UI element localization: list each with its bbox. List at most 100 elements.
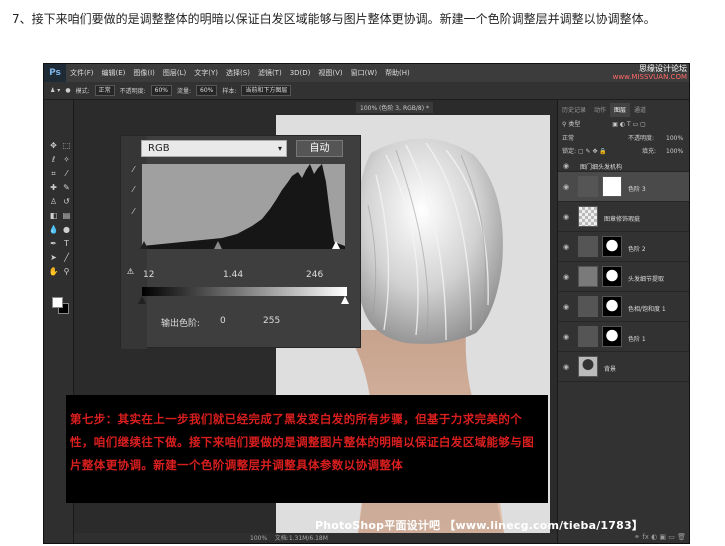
flow-label: 流量: xyxy=(176,88,192,95)
lock-icons[interactable]: ▢ ✎ ✥ 🔒 xyxy=(578,148,607,155)
menu-3d[interactable]: 3D(D) xyxy=(286,69,315,77)
eyedropper-tool-icon[interactable]: ⁄ xyxy=(61,168,72,179)
move-tool-icon[interactable]: ✥ xyxy=(48,140,59,151)
opacity-input[interactable]: 60% xyxy=(150,85,172,96)
histogram xyxy=(140,164,345,249)
layer-group[interactable]: ◉ 图门细头发机构 xyxy=(558,160,689,172)
type-tool-icon[interactable]: T xyxy=(61,238,72,249)
gray-point-eyedropper-icon[interactable]: ⁄ xyxy=(128,184,139,195)
levels-adjustment-icon xyxy=(578,176,598,197)
menu-type[interactable]: 文字(Y) xyxy=(190,68,222,78)
menu-window[interactable]: 窗口(W) xyxy=(347,68,381,78)
flow-input[interactable]: 60% xyxy=(196,85,218,96)
layer-filter-row: ⚲ 类型 ▣ ◐ T ▭ ▢ xyxy=(562,120,688,130)
eye-icon[interactable]: ◉ xyxy=(563,303,569,311)
document-tab[interactable]: 100% (色阶 3, RGB/8) * xyxy=(356,102,433,113)
sample-select[interactable]: 当前和下方图层 xyxy=(241,85,292,96)
layer-thumbnail xyxy=(578,356,598,377)
menu-view[interactable]: 视图(V) xyxy=(314,68,346,78)
layer-levels-1[interactable]: ◉ 色阶 1 xyxy=(558,322,689,352)
brush-tool-icon[interactable]: ♟ ▾ xyxy=(50,87,60,94)
site-watermark-url: www.MISSVUAN.COM xyxy=(612,73,687,81)
lasso-tool-icon[interactable]: ℓ xyxy=(48,154,59,165)
channel-select[interactable]: RGB ▾ xyxy=(141,140,287,157)
layer-mask-thumbnail xyxy=(602,176,622,197)
zoom-tool-icon[interactable]: ⚲ xyxy=(61,266,72,277)
panel-opacity-input[interactable]: 100% xyxy=(666,134,683,144)
layer-background[interactable]: ◉ 背景 xyxy=(558,352,689,382)
output-levels-label: 输出色阶: xyxy=(161,319,201,329)
layers-list: ◉ 图门细头发机构 ◉ 色阶 3 ◉ 图章修饰瑕疵 ◉ 色阶 2 ◉ 头发细节提… xyxy=(558,160,689,530)
chevron-down-icon: ▾ xyxy=(277,144,282,153)
fill-input[interactable]: 100% xyxy=(666,147,683,157)
brush-preset-icon[interactable]: ● xyxy=(65,87,70,94)
dodge-tool-icon[interactable]: ● xyxy=(61,224,72,235)
input-gamma-value[interactable]: 1.44 xyxy=(223,270,243,280)
tab-layers[interactable]: 图层 xyxy=(610,103,631,117)
menu-file[interactable]: 文件(F) xyxy=(66,68,98,78)
intro-text: 7、接下来咱们要做的是调整整体的明暗以保证白发区域能够与图片整体更协调。新建一个… xyxy=(12,12,656,26)
tab-channels[interactable]: 通道 xyxy=(630,103,650,117)
layer-name: 图章修饰瑕疵 xyxy=(604,216,641,223)
menu-help[interactable]: 帮助(H) xyxy=(381,68,414,78)
brush-tool-icon[interactable]: ✎ xyxy=(61,182,72,193)
layer-thumbnail xyxy=(578,206,598,227)
site-watermark-title: 思缘设计论坛 xyxy=(639,64,687,73)
eye-icon[interactable]: ◉ xyxy=(563,213,569,221)
eye-icon[interactable]: ◉ xyxy=(563,273,569,281)
menu-edit[interactable]: 编辑(E) xyxy=(98,68,130,78)
tab-history[interactable]: 历史记录 xyxy=(558,103,590,117)
output-black-value[interactable]: 0 xyxy=(220,316,226,326)
channel-value: RGB xyxy=(148,143,170,154)
status-bar: 100% 文档:1.31M/6.18M xyxy=(74,533,557,543)
history-brush-tool-icon[interactable]: ↺ xyxy=(61,196,72,207)
kind-filter-select[interactable]: 类型 xyxy=(568,121,580,128)
tab-actions[interactable]: 动作 xyxy=(590,103,610,117)
healing-tool-icon[interactable]: ✚ xyxy=(48,182,59,193)
layer-hue-saturation[interactable]: ◉ 色相/饱和度 1 xyxy=(558,292,689,322)
footer-watermark: PhotoShop平面设计吧 【www.linecg.com/tieba/178… xyxy=(315,519,644,532)
eye-icon[interactable]: ◉ xyxy=(563,162,569,170)
menu-filter[interactable]: 滤镜(T) xyxy=(254,68,286,78)
levels-adjustment-icon xyxy=(578,326,598,347)
menu-layer[interactable]: 图层(L) xyxy=(159,68,190,78)
path-selection-tool-icon[interactable]: ➤ xyxy=(48,252,59,263)
shape-tool-icon[interactable]: ╱ xyxy=(61,252,72,263)
magic-wand-tool-icon[interactable]: ✧ xyxy=(61,154,72,165)
levels-adjustment-icon xyxy=(578,236,598,257)
foreground-color-swatch[interactable] xyxy=(52,297,63,308)
layer-levels-3[interactable]: ◉ 色阶 3 xyxy=(558,172,689,202)
auto-button[interactable]: 自动 xyxy=(296,140,343,157)
caption-text: 第七步：其实在上一步我们就已经完成了黑发变白发的所有步骤，但基于力求完美的个性，… xyxy=(70,412,535,472)
black-point-eyedropper-icon[interactable]: ⁄ xyxy=(128,164,139,175)
menu-select[interactable]: 选择(S) xyxy=(222,68,254,78)
gradient-tool-icon[interactable]: ▤ xyxy=(61,210,72,221)
filter-icons[interactable]: ▣ ◐ T ▭ ▢ xyxy=(612,121,646,128)
hand-tool-icon[interactable]: ✋ xyxy=(48,266,59,277)
blur-tool-icon[interactable]: 💧 xyxy=(48,224,59,235)
input-white-value[interactable]: 246 xyxy=(306,270,323,280)
crop-tool-icon[interactable]: ⌗ xyxy=(48,168,59,179)
pen-tool-icon[interactable]: ✒ xyxy=(48,238,59,249)
eye-icon[interactable]: ◉ xyxy=(563,243,569,251)
white-output-slider[interactable] xyxy=(341,296,349,304)
layer-hair-detail[interactable]: ◉ 头发细节提取 xyxy=(558,262,689,292)
opacity-label: 不透明度: xyxy=(119,88,146,95)
stamp-tool-icon[interactable]: ♙ xyxy=(48,196,59,207)
eraser-tool-icon[interactable]: ◧ xyxy=(48,210,59,221)
zoom-level[interactable]: 100% xyxy=(250,535,267,542)
eye-icon[interactable]: ◉ xyxy=(563,183,569,191)
layer-levels-2[interactable]: ◉ 色阶 2 xyxy=(558,232,689,262)
mode-select[interactable]: 正常 xyxy=(94,85,115,96)
blend-mode-select[interactable]: 正常 xyxy=(562,135,574,142)
white-point-eyedropper-icon[interactable]: ⁄ xyxy=(128,206,139,217)
eye-icon[interactable]: ◉ xyxy=(563,363,569,371)
document-size: 文档:1.31M/6.18M xyxy=(274,535,328,542)
eye-icon[interactable]: ◉ xyxy=(563,333,569,341)
output-white-value[interactable]: 255 xyxy=(263,316,280,326)
marquee-tool-icon[interactable]: ⬚ xyxy=(61,140,72,151)
layer-stamp[interactable]: ◉ 图章修饰瑕疵 xyxy=(558,202,689,232)
menu-image[interactable]: 图像(I) xyxy=(129,68,159,78)
input-black-value[interactable]: 12 xyxy=(143,270,154,280)
sample-label: 样本: xyxy=(222,88,237,95)
